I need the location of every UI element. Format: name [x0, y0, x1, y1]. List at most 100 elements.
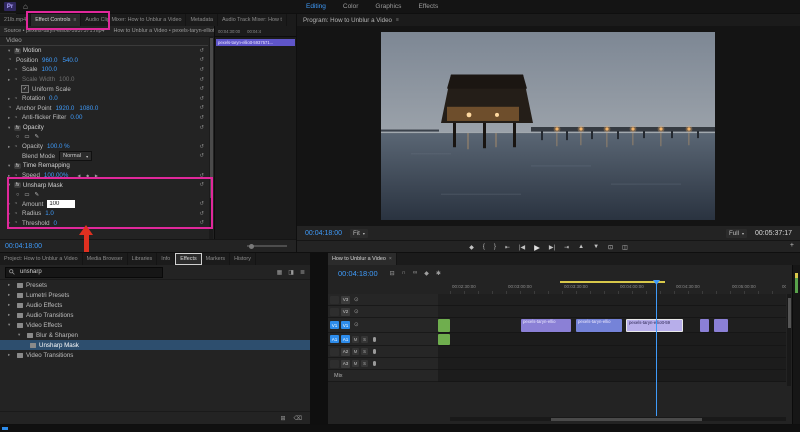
add-marker-button[interactable]: ◆: [469, 244, 474, 251]
stopwatch-icon[interactable]: ◔: [14, 67, 22, 73]
mini-timeline-clip[interactable]: pexels-taryn-elliott-5937571...: [216, 39, 295, 46]
tree-item-video-transitions[interactable]: ▸ Video Transitions: [0, 350, 310, 360]
tree-item-lumetri-presets[interactable]: ▸ Lumetri Presets: [0, 290, 310, 300]
playhead-line[interactable]: [656, 282, 657, 416]
clip-pexels-2[interactable]: pexels-taryn-ellio: [576, 319, 622, 332]
source-patch-v3[interactable]: [330, 295, 339, 304]
timeline-ruler[interactable]: 00:02:30:00 00:03:00:00 00:03:30:00 00:0…: [450, 281, 786, 295]
lift-button[interactable]: ▲: [578, 244, 584, 250]
stopwatch-icon[interactable]: ◔: [14, 96, 22, 102]
zoom-slider-thumb[interactable]: [249, 243, 254, 249]
nest-toggle-icon[interactable]: ⊟: [390, 270, 395, 277]
tree-item-unsharp-mask[interactable]: Unsharp Mask: [0, 340, 310, 350]
clip-green-video[interactable]: [438, 319, 450, 332]
extract-button[interactable]: ▼: [593, 244, 599, 250]
fx-badge-icon[interactable]: fx: [14, 182, 21, 189]
export-frame-button[interactable]: ⊡: [608, 244, 613, 251]
go-to-in-button[interactable]: ⇤: [505, 244, 510, 251]
chevron-down-icon[interactable]: ▾: [8, 322, 14, 328]
amount-input[interactable]: [47, 200, 76, 209]
solo-button[interactable]: S: [361, 335, 368, 343]
tab-effects[interactable]: Effects: [175, 253, 202, 265]
go-to-out-button[interactable]: ⇥: [564, 244, 569, 251]
reset-param-icon[interactable]: ↺: [199, 105, 204, 111]
track-a1-lane[interactable]: [438, 333, 786, 346]
fit-dropdown[interactable]: Fit ▾: [349, 228, 368, 238]
mark-out-button[interactable]: }: [494, 244, 496, 250]
track-select-v3[interactable]: V3: [341, 295, 350, 304]
timeline-vertical-scrollbar[interactable]: [787, 294, 791, 386]
clip-green-audio[interactable]: [438, 334, 450, 345]
mic-icon[interactable]: [373, 336, 376, 342]
effects-search-box[interactable]: [5, 266, 163, 278]
reset-param-icon[interactable]: ↺: [199, 86, 204, 92]
source-patch-a3[interactable]: [330, 359, 339, 368]
reset-param-icon[interactable]: ↺: [199, 211, 204, 217]
stopwatch-icon[interactable]: ◔: [14, 211, 22, 217]
zoom-slider[interactable]: [247, 243, 287, 249]
tree-item-presets[interactable]: ▸ Presets: [0, 280, 310, 290]
tab-audio-track-mixer[interactable]: Audio Track Mixer: How t: [218, 14, 287, 26]
tab-media-browser[interactable]: Media Browser: [83, 253, 128, 265]
mic-icon[interactable]: [373, 349, 376, 354]
mute-button[interactable]: M: [352, 335, 359, 343]
effect-unsharp-mask-header[interactable]: ▾ fx Unsharp Mask ↺: [0, 180, 208, 190]
fx-badge-icon[interactable]: fx: [14, 124, 21, 131]
step-back-button[interactable]: |◀: [519, 244, 525, 251]
clip-small-1[interactable]: [700, 319, 709, 332]
list-view-icon[interactable]: ≣: [300, 269, 305, 276]
radius-value[interactable]: 1.0: [45, 210, 54, 217]
tree-item-audio-effects[interactable]: ▸ Audio Effects: [0, 300, 310, 310]
play-button[interactable]: ▶: [534, 243, 540, 252]
reset-effect-icon[interactable]: ↺: [199, 48, 204, 54]
effect-time-remapping-header[interactable]: ▾ fx Time Remapping: [0, 161, 208, 171]
timeline-timecode[interactable]: 00:04:18:00: [338, 269, 378, 278]
reset-effect-icon[interactable]: ↺: [199, 125, 204, 131]
clip-small-2[interactable]: [714, 319, 728, 332]
tab-info[interactable]: Info: [157, 253, 176, 265]
stopwatch-icon[interactable]: ◔: [14, 144, 22, 150]
reset-param-icon[interactable]: ↺: [199, 96, 204, 102]
program-monitor-title[interactable]: Program: How to Unblur a Video: [303, 17, 392, 24]
panel-menu-icon[interactable]: ≡: [396, 17, 399, 23]
track-v2-lane[interactable]: [438, 306, 786, 318]
mic-icon[interactable]: [373, 361, 376, 366]
rotation-value[interactable]: 0.0: [49, 95, 58, 102]
linked-selection-icon[interactable]: ∞: [413, 270, 417, 277]
stopwatch-icon[interactable]: ◔: [14, 201, 22, 207]
timeline-horizontal-scrollbar[interactable]: [450, 417, 786, 421]
tree-item-blur-sharpen[interactable]: ▾ Blur & Sharpen: [0, 330, 310, 340]
reset-param-icon[interactable]: ↺: [199, 201, 204, 207]
ellipse-mask-icon[interactable]: ○: [16, 192, 19, 198]
clip-pexels-1[interactable]: pexels-taryn-ellio: [521, 319, 571, 332]
reset-param-icon[interactable]: ↺: [199, 67, 204, 73]
comparison-view-button[interactable]: ◫: [622, 244, 628, 251]
tab-metadata[interactable]: Metadata: [186, 14, 218, 26]
button-editor-plus[interactable]: +: [790, 242, 794, 249]
stopwatch-icon[interactable]: ◔: [8, 105, 16, 111]
reset-param-icon[interactable]: ↺: [199, 220, 204, 226]
tab-history[interactable]: History: [230, 253, 256, 265]
pen-mask-icon[interactable]: ✎: [35, 134, 40, 140]
chevron-right-icon[interactable]: ▸: [8, 282, 14, 288]
chevron-right-icon[interactable]: ▸: [8, 302, 14, 308]
source-patch-a1[interactable]: A1: [330, 335, 339, 343]
keyframe-next-icon[interactable]: ▶: [95, 173, 100, 178]
uniform-scale-checkbox[interactable]: ✓: [21, 85, 29, 94]
home-icon[interactable]: ⌂: [23, 0, 28, 13]
mini-timeline-ruler[interactable]: 00:04:30:00 00:04:4: [215, 26, 296, 37]
scale-value[interactable]: 100.0: [41, 66, 56, 73]
position-y-value[interactable]: 540.0: [63, 57, 78, 64]
workspace-tab-editing[interactable]: Editing: [306, 3, 326, 10]
anchor-y-value[interactable]: 1080.0: [79, 105, 98, 112]
track-select-a3[interactable]: A3: [341, 359, 350, 368]
tab-source-clip[interactable]: 21lb.mp4: [0, 14, 32, 26]
tree-item-video-effects[interactable]: ▾ Video Effects: [0, 320, 310, 330]
opacity-value[interactable]: 100.0 %: [47, 143, 70, 150]
32bit-effects-icon[interactable]: ◨: [288, 269, 294, 276]
stopwatch-icon[interactable]: ◔: [8, 57, 16, 63]
keyframe-nav-icons[interactable]: ◀: [77, 173, 82, 178]
tab-project[interactable]: Project: How to Unblur a Video: [0, 253, 83, 265]
track-select-a1[interactable]: A1: [341, 335, 350, 343]
chevron-right-icon[interactable]: ▸: [8, 312, 14, 318]
